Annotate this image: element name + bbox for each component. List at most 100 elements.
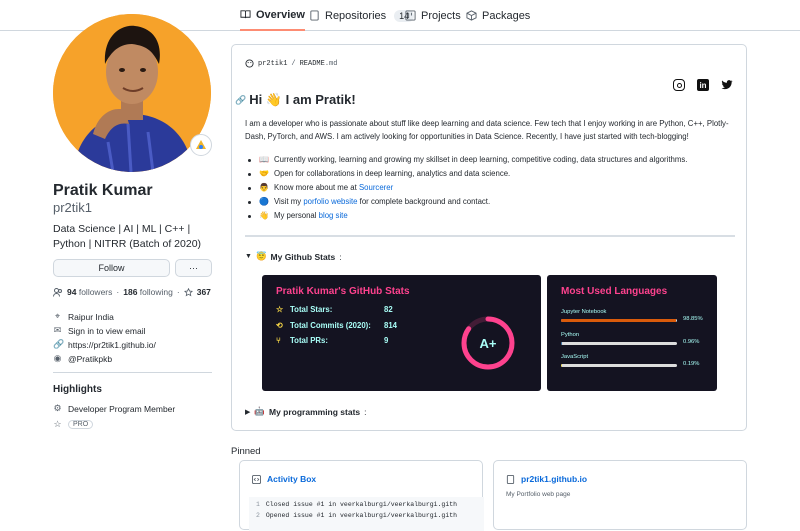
repo-icon	[310, 10, 319, 21]
language-bar-fill	[561, 319, 676, 322]
rank-grade: A+	[480, 336, 497, 351]
languages-card: Most Used Languages Jupyter Notebook 98.…	[547, 275, 717, 391]
bullet	[248, 158, 251, 162]
star-icon: ☆	[276, 305, 284, 314]
portfolio-link[interactable]: porfolio website	[303, 197, 357, 206]
anchor-link-icon[interactable]: 🔗	[235, 95, 246, 106]
tab-packages[interactable]: Packages	[466, 0, 530, 31]
list-item-text: Visit my porfolio website for complete b…	[274, 195, 490, 209]
email[interactable]: ✉ Sign in to view email	[53, 325, 146, 336]
readme-file: README	[299, 59, 325, 68]
bullet	[248, 186, 251, 190]
rank-ring: A+	[461, 316, 515, 370]
language-percent: 0.96%	[683, 339, 700, 345]
following-link[interactable]: 186 following	[123, 287, 173, 297]
disclosure-triangle-icon: ▼	[245, 253, 252, 260]
package-icon	[466, 10, 477, 21]
language-bar	[561, 319, 677, 322]
status-icon	[196, 140, 206, 149]
tab-overview-label: Overview	[256, 8, 305, 21]
smiley-icon	[245, 59, 254, 68]
email-text[interactable]: Sign in to view email	[68, 326, 145, 336]
followers-label: followers	[78, 287, 113, 297]
tab-repositories-label: Repositories	[325, 9, 387, 22]
avatar-portrait	[53, 14, 211, 172]
pro-badge: PRO	[68, 420, 94, 429]
list-item: 👨 Know more about me at Sourcerer	[245, 181, 740, 195]
tab-overview[interactable]: Overview	[240, 0, 305, 31]
twitter[interactable]: ◉ @Pratikpkb	[53, 353, 113, 364]
readme-path: pr2tik1 / README.md	[245, 59, 337, 68]
stats-row-prs: ⑂ Total PRs: 9	[276, 336, 388, 345]
summary-colon: :	[339, 251, 342, 262]
github-stats-toggle[interactable]: ▼ 😇 My Github Stats:	[245, 251, 342, 262]
language-name: Python	[561, 332, 580, 338]
highlight-developer-program: ⚙ Developer Program Member	[53, 403, 175, 414]
twitter-bird-icon[interactable]	[721, 79, 733, 91]
followers-link[interactable]: 94 followers	[67, 287, 112, 297]
activity-box-link[interactable]: Activity Box	[267, 474, 316, 484]
wave-emoji-icon: 👋	[259, 211, 269, 220]
bullet	[248, 200, 251, 204]
bullet	[248, 214, 251, 218]
website-link[interactable]: https://pr2tik1.github.io/	[68, 340, 156, 350]
website[interactable]: 🔗 https://pr2tik1.github.io/	[53, 339, 156, 350]
location-text: Raipur India	[68, 311, 114, 322]
code-square-icon: ⚙	[53, 403, 62, 413]
profile-name: Pratik Kumar	[53, 182, 153, 199]
mail-icon: ✉	[53, 325, 62, 335]
code-square-icon	[252, 474, 261, 484]
people-icon	[53, 287, 62, 297]
readme-heading: 🔗 Hi 👋 I am Pratik!	[235, 92, 356, 108]
tab-repositories[interactable]: Repositories 14	[309, 0, 415, 31]
pinned-card-title[interactable]: Activity Box	[252, 474, 316, 484]
location-icon: ⌖	[54, 311, 61, 321]
bullet	[248, 172, 251, 176]
stats-separator: ·	[116, 287, 120, 297]
sourcerer-link[interactable]: Sourcerer	[359, 183, 393, 192]
following-label: following	[139, 287, 173, 297]
github-stats-summary: My Github Stats	[270, 251, 336, 262]
language-bar-fill	[561, 364, 563, 367]
readme-intro: I am a developer who is passionate about…	[245, 119, 729, 141]
pull-request-icon: ⑂	[276, 336, 281, 345]
instagram-icon[interactable]	[673, 79, 685, 91]
globe-emoji-icon: 🔵	[259, 197, 269, 206]
avatar[interactable]	[53, 14, 211, 172]
pinned-card-description: My Portfolio web page	[506, 491, 571, 498]
linkedin-icon[interactable]: in	[697, 79, 709, 91]
status-badge[interactable]	[190, 134, 212, 156]
more-button[interactable]: ···	[175, 259, 212, 277]
location: ⌖ Raipur India	[53, 311, 114, 322]
follow-stats: 94 followers · 186 following · 367	[53, 287, 211, 297]
book-icon	[240, 10, 251, 19]
follow-button[interactable]: Follow	[53, 259, 170, 277]
language-name: Jupyter Notebook	[561, 309, 607, 315]
language-bar	[561, 342, 677, 345]
twitter-icon: ◉	[53, 353, 62, 363]
twitter-link[interactable]: @Pratikpkb	[68, 354, 112, 364]
programming-stats-toggle[interactable]: ▶ 🤖 My programming stats:	[245, 406, 367, 417]
blog-link[interactable]: blog site	[319, 211, 348, 220]
language-bar	[561, 364, 677, 367]
list-item-text: Currently working, learning and growing …	[274, 155, 688, 164]
language-row: Python 0.96%	[561, 332, 711, 345]
stats-label: Total PRs:	[290, 336, 328, 345]
pinned-card-title[interactable]: pr2tik1.github.io	[506, 474, 587, 484]
profile-bio: Data Science | AI | ML | C++ | Python | …	[53, 223, 202, 250]
tab-projects[interactable]: Projects	[405, 0, 461, 31]
star-icon	[183, 287, 193, 296]
portfolio-repo-link[interactable]: pr2tik1.github.io	[521, 474, 587, 484]
languages-card-title: Most Used Languages	[561, 286, 668, 297]
highlight-pro: ☆ PRO	[53, 419, 94, 430]
robot-emoji-icon: 🤖	[254, 406, 265, 416]
readme-user-link[interactable]: pr2tik1	[258, 60, 287, 68]
stars-link[interactable]: 367	[197, 287, 211, 297]
stats-value: 9	[384, 336, 389, 345]
pinned-card-activity-box: Activity Box 1 Closed issue #1 in veerkal…	[239, 460, 484, 531]
book-emoji-icon: 📖	[259, 155, 269, 164]
stats-row-stars: ☆ Total Stars: 82	[276, 305, 393, 314]
code-text: Closed issue #1 in veerkalburgi/veerkalb…	[265, 501, 458, 508]
readme-divider	[245, 235, 735, 237]
list-item: 🤝 Open for collaborations in deep learnin…	[245, 167, 740, 181]
